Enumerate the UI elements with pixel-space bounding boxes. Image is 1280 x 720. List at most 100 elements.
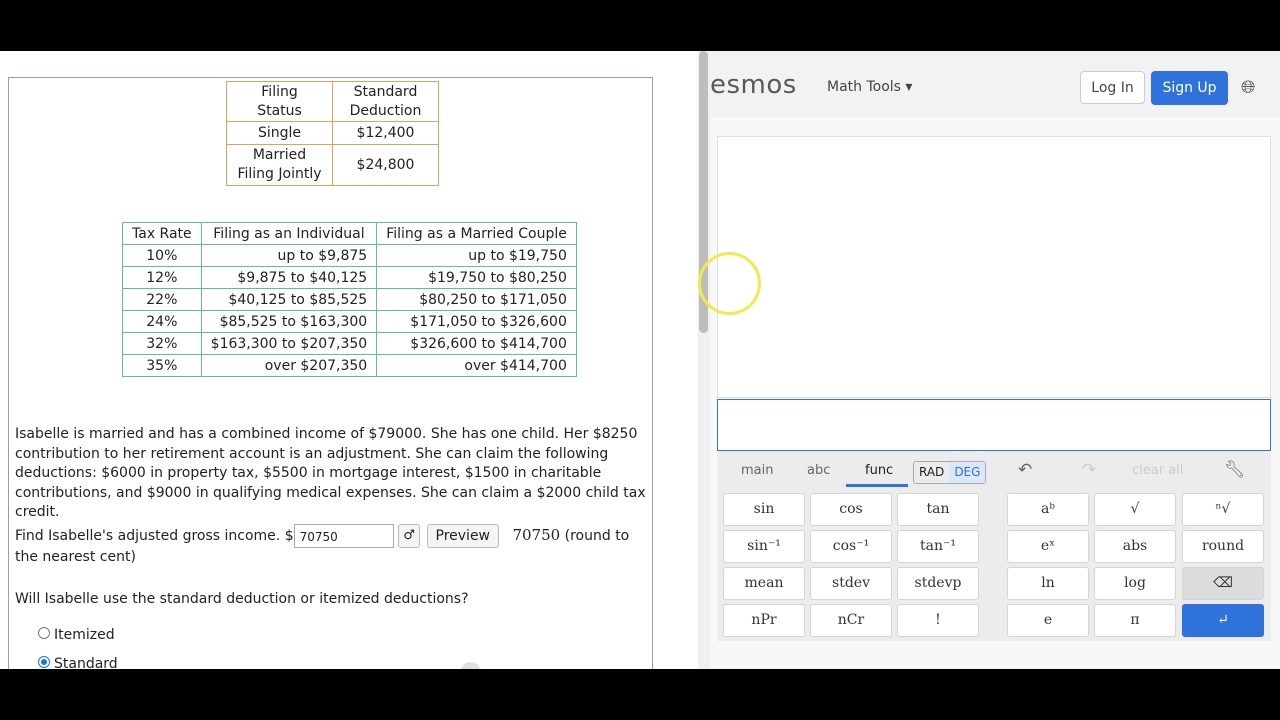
scrollbar[interactable] [698, 51, 710, 669]
signup-button[interactable]: Sign Up [1151, 71, 1228, 105]
key-mean[interactable]: mean [723, 567, 805, 600]
table-cell: $163,300 to $207,350 [200, 332, 378, 355]
key-factorial[interactable]: ! [897, 604, 979, 637]
calculator-logo: esmos [710, 70, 797, 100]
table-cell: 32% [122, 332, 202, 355]
table-row: 35% over $207,350 over $414,700 [122, 354, 577, 377]
table-row: 24% $85,525 to $163,300 $171,050 to $326… [122, 310, 577, 333]
table-row: 10% up to $9,875 up to $19,750 [122, 244, 577, 267]
table-cell: over $414,700 [376, 354, 577, 377]
key-power[interactable]: aᵇ [1007, 493, 1089, 526]
table-header: Filing as a Married Couple [376, 222, 577, 245]
wrench-icon[interactable]: 🔧︎ [1224, 460, 1246, 480]
question-pane: Filing Status Standard Deduction Single … [0, 51, 698, 669]
key-stdevp[interactable]: stdevp [897, 567, 979, 600]
key-pi[interactable]: π [1094, 604, 1176, 637]
table-cell: 35% [122, 354, 202, 377]
key-sqrt[interactable]: √ [1094, 493, 1176, 526]
table-cell: $85,525 to $163,300 [200, 310, 378, 333]
table-cell: up to $9,875 [200, 244, 378, 267]
table-cell: $40,125 to $85,525 [200, 288, 378, 311]
table-cell: Single [226, 121, 333, 145]
login-button[interactable]: Log In [1080, 71, 1145, 104]
standard-deduction-table: Filing Status Standard Deduction Single … [226, 81, 439, 186]
problem-text: Isabelle is married and has a combined i… [15, 426, 646, 520]
radio-label: Itemized [54, 627, 115, 643]
table-header: Tax Rate [122, 222, 202, 245]
key-tan[interactable]: tan [897, 493, 979, 526]
active-tab-indicator [846, 484, 908, 487]
table-cell: $171,050 to $326,600 [376, 310, 577, 333]
enter-icon[interactable]: ↵ [1182, 604, 1264, 637]
key-ln[interactable]: ln [1007, 567, 1089, 600]
radio-button[interactable] [38, 656, 50, 668]
table-header: Standard Deduction [332, 81, 439, 122]
agi-question: Find Isabelle's adjusted gross income. $… [15, 524, 655, 568]
key-arctan[interactable]: tan⁻¹ [897, 530, 979, 563]
key-round[interactable]: round [1182, 530, 1264, 563]
tab-func[interactable]: func [865, 463, 893, 478]
key-arccos[interactable]: cos⁻¹ [810, 530, 892, 563]
cursor-highlight-circle [698, 252, 761, 315]
table-cell: Married Filing Jointly [226, 144, 333, 186]
table-cell: $9,875 to $40,125 [200, 266, 378, 289]
math-entry-icon[interactable]: ♂ [398, 524, 421, 548]
key-nth-root[interactable]: ⁿ√ [1182, 493, 1264, 526]
key-e[interactable]: e [1007, 604, 1089, 637]
tab-main[interactable]: main [741, 463, 773, 478]
deduction-question: Will Isabelle use the standard deduction… [15, 591, 469, 607]
table-cell: 22% [122, 288, 202, 311]
calculator-pane: esmos Math Tools ▾ Log In Sign Up 🌐︎ mai… [710, 51, 1280, 669]
agi-answer-input[interactable]: 70750 [293, 524, 394, 548]
question-frame: Filing Status Standard Deduction Single … [8, 77, 653, 669]
table-cell: $24,800 [332, 144, 439, 186]
tab-abc[interactable]: abc [807, 463, 830, 478]
expression-input[interactable] [717, 399, 1271, 451]
key-exp[interactable]: eˣ [1007, 530, 1089, 563]
table-cell: $80,250 to $171,050 [376, 288, 577, 311]
clear-all-button[interactable]: clear all [1132, 463, 1183, 478]
radio-button[interactable] [38, 627, 50, 639]
table-row: 32% $163,300 to $207,350 $326,600 to $41… [122, 332, 577, 355]
table-cell: $12,400 [332, 121, 439, 145]
agi-question-prefix: Find Isabelle's adjusted gross income. $ [15, 528, 294, 544]
backspace-icon[interactable]: ⌫ [1182, 567, 1264, 600]
table-cell: 12% [122, 266, 202, 289]
globe-icon[interactable]: 🌐︎ [1241, 77, 1255, 98]
calculator-display [717, 136, 1271, 398]
calculator-header: esmos Math Tools ▾ Log In Sign Up 🌐︎ [710, 51, 1280, 117]
deg-option[interactable]: DEG [949, 462, 986, 483]
rad-option[interactable]: RAD [914, 462, 949, 483]
table-cell: $19,750 to $80,250 [376, 266, 577, 289]
key-arcsin[interactable]: sin⁻¹ [723, 530, 805, 563]
key-cos[interactable]: cos [810, 493, 892, 526]
radio-option-itemized[interactable]: Itemized [38, 627, 115, 643]
table-cell: 24% [122, 310, 202, 333]
chevron-down-icon: ▾ [905, 79, 913, 95]
tax-bracket-table: Tax Rate Filing as an Individual Filing … [122, 222, 577, 377]
table-header: Filing as an Individual [200, 222, 378, 245]
table-cell: $326,600 to $414,700 [376, 332, 577, 355]
key-ncr[interactable]: nCr [810, 604, 892, 637]
table-row: 12% $9,875 to $40,125 $19,750 to $80,250 [122, 266, 577, 289]
key-npr[interactable]: nPr [723, 604, 805, 637]
key-log[interactable]: log [1094, 567, 1176, 600]
table-cell: 10% [122, 244, 202, 267]
table-cell: up to $19,750 [376, 244, 577, 267]
preview-value: 70750 [512, 526, 561, 544]
key-sin[interactable]: sin [723, 493, 805, 526]
preview-button[interactable]: Preview [426, 524, 500, 548]
redo-icon[interactable]: ↷ [1082, 460, 1096, 480]
angle-mode-toggle[interactable]: RAD DEG [913, 461, 987, 484]
table-header: Filing Status [226, 81, 333, 122]
table-cell: over $207,350 [200, 354, 378, 377]
calculator-keypad: main abc func RAD DEG ↶ ↷ clear all 🔧︎ si… [717, 451, 1271, 641]
key-stdev[interactable]: stdev [810, 567, 892, 600]
key-abs[interactable]: abs [1094, 530, 1176, 563]
table-row: 22% $40,125 to $85,525 $80,250 to $171,0… [122, 288, 577, 311]
math-tools-label: Math Tools [827, 79, 901, 95]
radio-label: Standard [54, 656, 118, 669]
radio-option-standard[interactable]: Standard [38, 656, 118, 669]
undo-icon[interactable]: ↶ [1018, 460, 1032, 480]
math-tools-menu[interactable]: Math Tools ▾ [827, 79, 912, 95]
